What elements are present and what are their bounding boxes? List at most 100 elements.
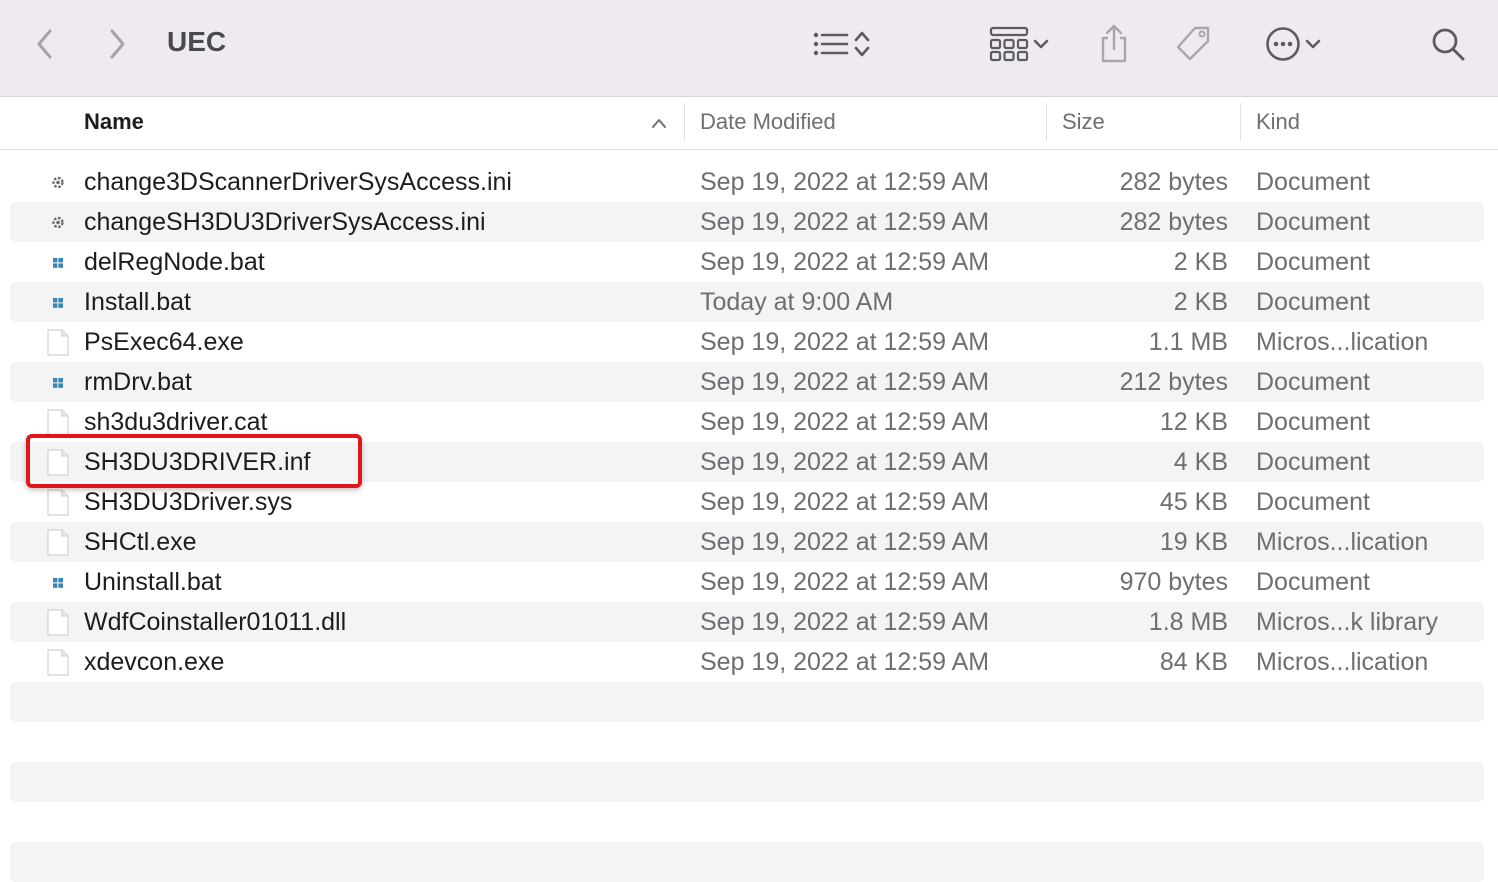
tag-icon xyxy=(1176,26,1210,61)
more-actions-button[interactable] xyxy=(1256,24,1332,64)
empty-row xyxy=(10,682,1484,722)
file-name: Install.bat xyxy=(84,288,192,316)
file-size: 12 KB xyxy=(1159,408,1228,436)
file-size: 282 bytes xyxy=(1119,168,1228,196)
more-icon xyxy=(1266,27,1300,61)
file-size: 84 KB xyxy=(1159,648,1228,676)
file-date-modified: Sep 19, 2022 at 12:59 AM xyxy=(700,368,990,396)
file-kind: Document xyxy=(1256,248,1370,276)
file-name: delRegNode.bat xyxy=(84,248,265,276)
file-name: SHCtl.exe xyxy=(84,528,197,556)
file-date-modified: Sep 19, 2022 at 12:59 AM xyxy=(700,528,990,556)
file-size: 1.8 MB xyxy=(1148,608,1228,636)
file-name: PsExec64.exe xyxy=(84,328,244,356)
file-kind: Micros...k library xyxy=(1256,608,1438,636)
windows-file-icon xyxy=(46,249,70,276)
file-kind: Micros...lication xyxy=(1256,528,1429,556)
file-name: changeSH3DU3DriverSysAccess.ini xyxy=(84,208,486,236)
file-date-modified: Sep 19, 2022 at 12:59 AM xyxy=(700,328,990,356)
file-size: 4 KB xyxy=(1173,448,1228,476)
file-date-modified: Sep 19, 2022 at 12:59 AM xyxy=(700,248,990,276)
blank-file-icon xyxy=(46,609,70,636)
column-divider[interactable] xyxy=(1046,103,1047,141)
file-date-modified: Sep 19, 2022 at 12:59 AM xyxy=(700,648,990,676)
empty-row xyxy=(10,842,1484,882)
file-kind: Document xyxy=(1256,488,1370,516)
back-icon xyxy=(37,29,52,59)
search-button[interactable] xyxy=(1428,24,1468,64)
gear-file-icon xyxy=(46,209,70,236)
file-name: rmDrv.bat xyxy=(84,368,192,396)
blank-file-icon xyxy=(46,529,70,556)
file-kind: Document xyxy=(1256,288,1370,316)
group-button[interactable] xyxy=(982,22,1058,66)
file-date-modified: Sep 19, 2022 at 12:59 AM xyxy=(700,208,990,236)
file-name: sh3du3driver.cat xyxy=(84,408,268,436)
column-size[interactable]: Size xyxy=(1062,109,1105,135)
share-button[interactable] xyxy=(1094,20,1134,66)
file-size: 19 KB xyxy=(1159,528,1228,556)
list-view-icon xyxy=(813,32,849,56)
sort-ascending-icon[interactable] xyxy=(650,117,668,129)
column-divider[interactable] xyxy=(684,103,685,141)
file-size: 2 KB xyxy=(1173,288,1228,316)
view-options-button[interactable] xyxy=(804,24,880,64)
file-row[interactable]: delRegNode.bat Sep 19, 2022 at 12:59 AM 2 … xyxy=(10,242,1484,282)
file-date-modified: Sep 19, 2022 at 12:59 AM xyxy=(700,448,990,476)
file-row[interactable]: SH3DU3Driver.sys Sep 19, 2022 at 12:59 AM… xyxy=(10,482,1484,522)
column-header: Name Date Modified Size Kind xyxy=(0,97,1498,150)
file-kind: Document xyxy=(1256,168,1370,196)
file-row[interactable]: rmDrv.bat Sep 19, 2022 at 12:59 AM 212 byt… xyxy=(10,362,1484,402)
column-date-modified[interactable]: Date Modified xyxy=(700,109,836,135)
blank-file-icon xyxy=(46,489,70,516)
file-row[interactable]: xdevcon.exe Sep 19, 2022 at 12:59 AM 84 KB… xyxy=(10,642,1484,682)
file-size: 970 bytes xyxy=(1119,568,1228,596)
file-kind: Micros...lication xyxy=(1256,328,1429,356)
gear-file-icon xyxy=(46,169,70,196)
column-divider[interactable] xyxy=(1240,103,1241,141)
file-date-modified: Sep 19, 2022 at 12:59 AM xyxy=(700,488,990,516)
empty-row xyxy=(10,762,1484,802)
back-button[interactable] xyxy=(30,26,60,62)
file-row[interactable]: SHCtl.exe Sep 19, 2022 at 12:59 AM 19 KB Mi… xyxy=(10,522,1484,562)
column-name[interactable]: Name xyxy=(84,109,144,135)
windows-file-icon xyxy=(46,369,70,396)
file-size: 1.1 MB xyxy=(1148,328,1228,356)
file-date-modified: Sep 19, 2022 at 12:59 AM xyxy=(700,568,990,596)
file-row[interactable]: WdfCoinstaller01011.dll Sep 19, 2022 at 1… xyxy=(10,602,1484,642)
window-title: UEC xyxy=(167,26,227,57)
blank-file-icon xyxy=(46,409,70,436)
file-kind: Document xyxy=(1256,368,1370,396)
file-row[interactable]: Install.bat Today at 9:00 AM 2 KB Document xyxy=(10,282,1484,322)
tag-button[interactable] xyxy=(1170,22,1216,66)
file-size: 2 KB xyxy=(1173,248,1228,276)
chevron-down-icon xyxy=(1033,39,1049,49)
windows-file-icon xyxy=(46,289,70,316)
file-size: 45 KB xyxy=(1159,488,1228,516)
share-icon xyxy=(1101,24,1127,63)
file-name: change3DScannerDriverSysAccess.ini xyxy=(84,168,512,196)
blank-file-icon xyxy=(46,329,70,356)
chevron-down-icon xyxy=(1305,39,1321,49)
file-row[interactable]: changeSH3DU3DriverSysAccess.ini Sep 19, 2… xyxy=(10,202,1484,242)
column-kind[interactable]: Kind xyxy=(1256,109,1300,135)
file-row[interactable]: change3DScannerDriverSysAccess.ini Sep 19… xyxy=(10,162,1484,202)
file-size: 212 bytes xyxy=(1119,368,1228,396)
sort-updown-icon xyxy=(854,31,870,57)
file-kind: Document xyxy=(1256,568,1370,596)
file-kind: Document xyxy=(1256,448,1370,476)
file-name: SH3DU3Driver.sys xyxy=(84,488,293,516)
file-name: WdfCoinstaller01011.dll xyxy=(84,608,347,636)
forward-icon xyxy=(110,29,125,59)
file-name: xdevcon.exe xyxy=(84,648,225,676)
file-row[interactable]: PsExec64.exe Sep 19, 2022 at 12:59 AM 1.1 … xyxy=(10,322,1484,362)
forward-button[interactable] xyxy=(102,26,132,62)
group-grid-icon xyxy=(989,26,1029,62)
search-icon xyxy=(1432,28,1465,61)
file-date-modified: Sep 19, 2022 at 12:59 AM xyxy=(700,168,990,196)
highlight-annotation xyxy=(26,434,362,488)
file-row[interactable]: Uninstall.bat Sep 19, 2022 at 12:59 AM 970… xyxy=(10,562,1484,602)
file-kind: Micros...lication xyxy=(1256,648,1429,676)
file-kind: Document xyxy=(1256,408,1370,436)
file-size: 282 bytes xyxy=(1119,208,1228,236)
